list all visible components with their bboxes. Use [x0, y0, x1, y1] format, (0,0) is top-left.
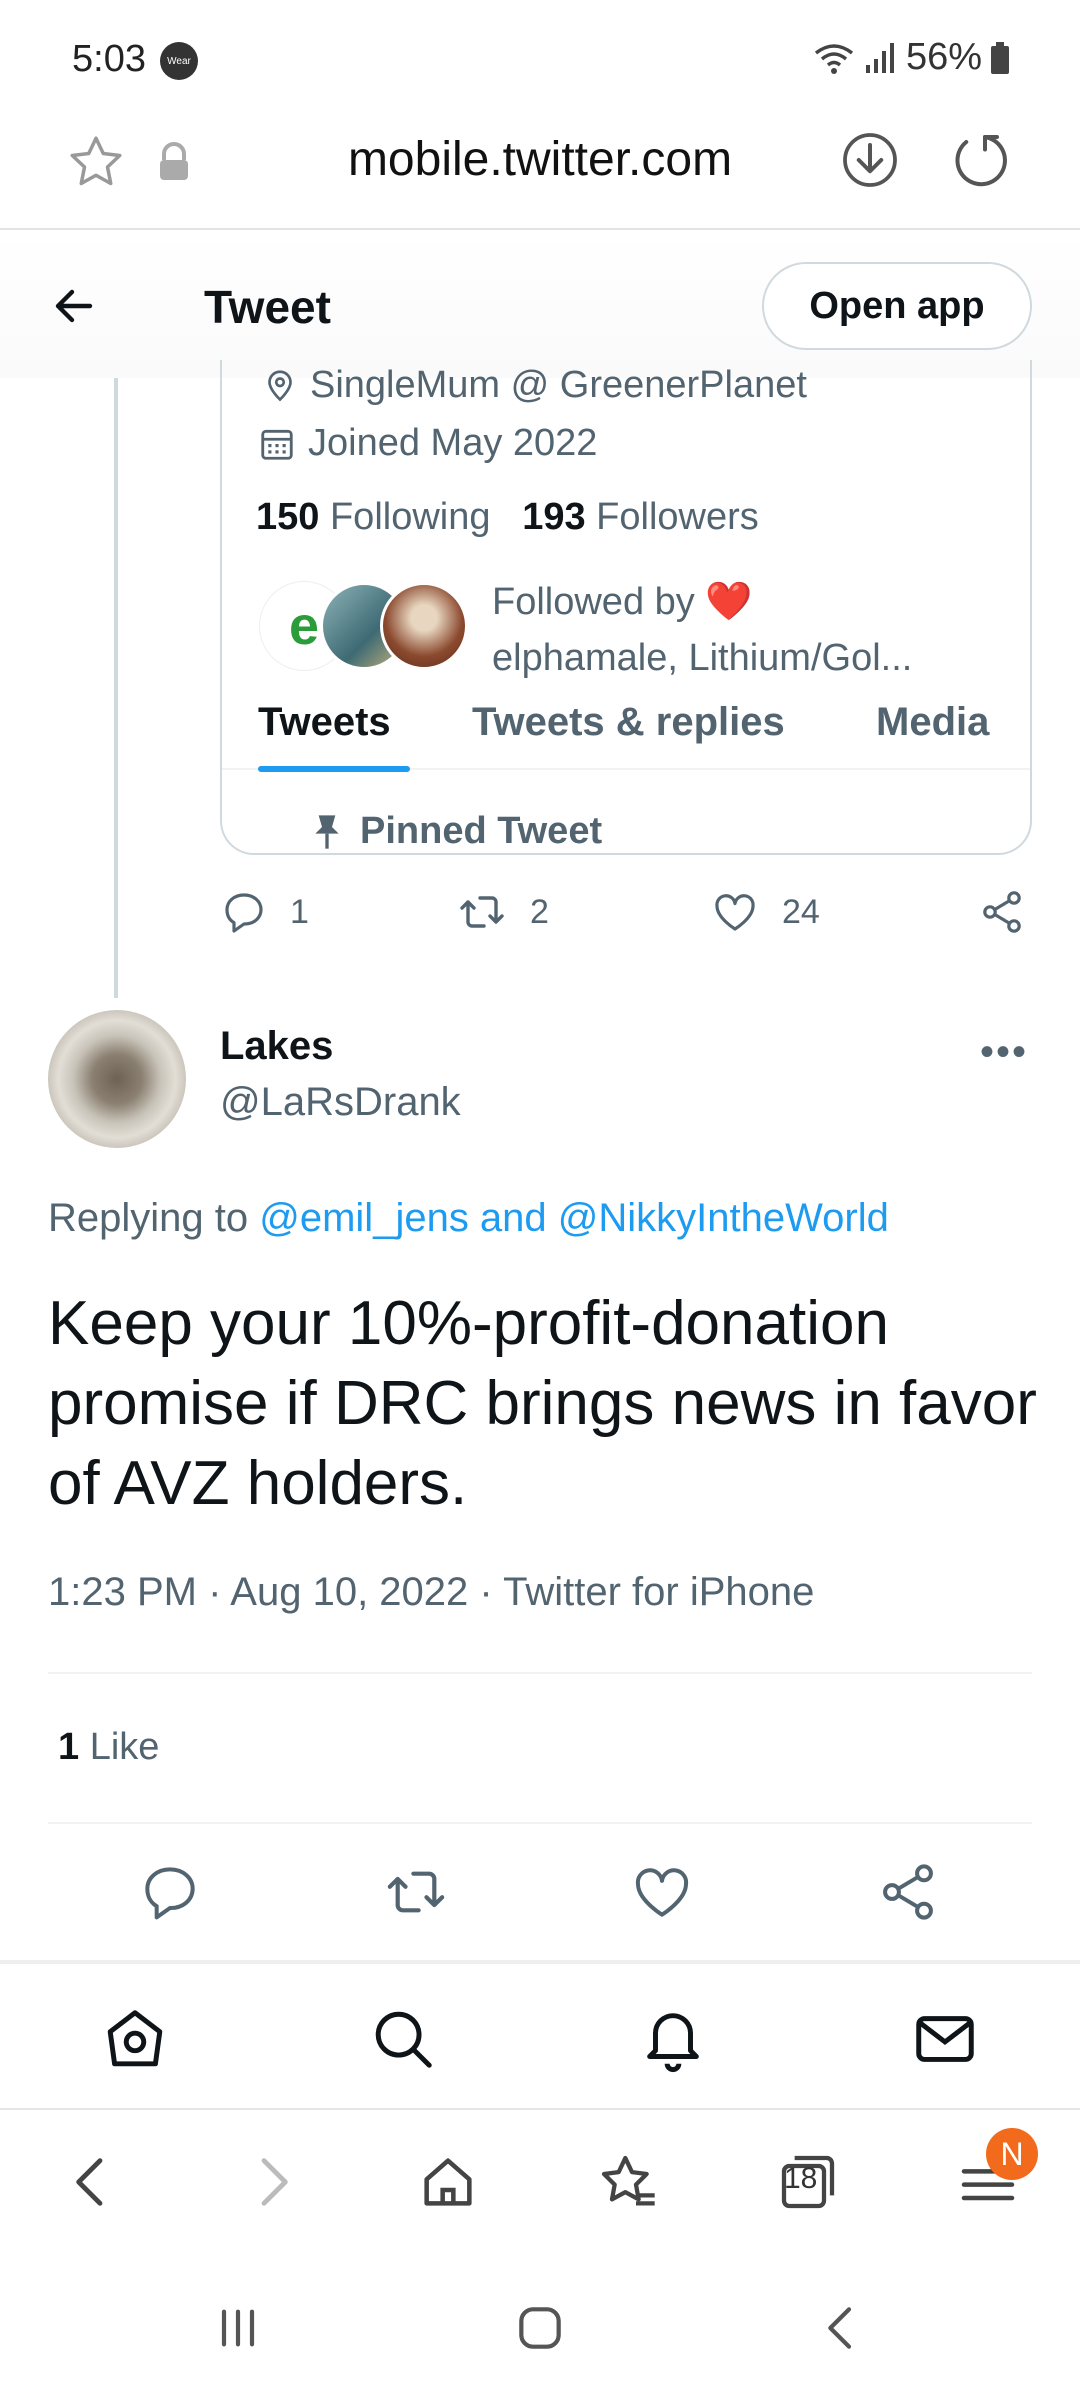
likes-label: Like: [89, 1726, 160, 1768]
retweet-count: 2: [530, 892, 549, 931]
tab-tweets[interactable]: Tweets: [258, 700, 391, 745]
wifi-icon: [814, 43, 854, 74]
following-label[interactable]: Following: [330, 496, 491, 538]
tab-count: 18: [784, 2162, 818, 2195]
status-time: 5:03: [72, 38, 146, 80]
profile-joined: Joined May 2022: [258, 422, 597, 465]
followed-by-avatars: e: [260, 582, 480, 672]
share-button[interactable]: [978, 888, 1026, 936]
url-text[interactable]: mobile.twitter.com: [0, 132, 1080, 187]
bookmarks-icon[interactable]: [596, 2150, 660, 2214]
tweet-actions: [0, 1860, 1080, 1930]
share-icon[interactable]: [876, 1860, 940, 1924]
followers-label[interactable]: Followers: [596, 496, 759, 538]
page-title: Tweet: [204, 281, 331, 333]
back-icon[interactable]: [60, 2150, 124, 2214]
followed-by-label: Followed by: [492, 581, 695, 623]
reload-icon[interactable]: [950, 130, 1010, 190]
avatar: [380, 582, 468, 670]
open-app-button[interactable]: Open app: [762, 262, 1032, 350]
recents-icon[interactable]: [210, 2300, 266, 2356]
heart-icon[interactable]: [630, 1860, 694, 1924]
following-count: 150: [256, 496, 320, 538]
status-bar: 5:03 Wear 56%: [0, 0, 1080, 120]
wear-badge: Wear: [160, 42, 198, 80]
reply-icon[interactable]: [138, 1860, 202, 1924]
twitter-header: Tweet Open app: [0, 232, 1080, 378]
search-icon[interactable]: [368, 2004, 438, 2074]
forward-icon[interactable]: [240, 2150, 304, 2214]
replying-to: Replying to @emil_jens and @NikkyIntheWo…: [48, 1196, 889, 1241]
browser-url-bar: mobile.twitter.com: [0, 120, 1080, 230]
tab-tweets-replies[interactable]: Tweets & replies: [472, 700, 785, 745]
browser-toolbar: 18: [0, 2120, 1080, 2250]
home-icon[interactable]: [512, 2300, 568, 2356]
profile-follow-counts: 150 Following 193 Followers: [256, 496, 759, 539]
retweet-icon[interactable]: [382, 1860, 450, 1924]
profile-location-text: SingleMum @ GreenerPlanet: [310, 364, 807, 406]
pinned-tweet-text: Pinned Tweet: [360, 810, 603, 852]
like-button[interactable]: 24: [710, 888, 820, 936]
share-icon: [983, 891, 1021, 933]
retweet-icon: [460, 896, 504, 928]
reply-count: 1: [290, 892, 309, 931]
battery-icon: [991, 41, 1009, 74]
like-count: 24: [782, 892, 820, 931]
mail-icon[interactable]: [910, 2004, 980, 2074]
home-icon[interactable]: [100, 2004, 170, 2074]
back-arrow-icon[interactable]: [50, 282, 98, 330]
pin-icon: [315, 814, 339, 849]
heart-emoji-icon: ❤️: [705, 581, 753, 623]
tab-media[interactable]: Media: [876, 700, 989, 745]
likes-count: 1: [58, 1726, 80, 1768]
home-icon[interactable]: [416, 2150, 480, 2214]
download-icon[interactable]: [840, 130, 900, 190]
followed-by-names: elphamale, Lithium/Gol...: [492, 637, 913, 679]
quoted-tweet-actions: 1 2 24: [220, 888, 1040, 948]
battery-percent: 56%: [905, 36, 982, 78]
profile-joined-text: Joined May 2022: [308, 422, 598, 464]
signal-icon: [865, 42, 894, 73]
system-nav-bar: [0, 2270, 1080, 2400]
heart-icon: [715, 894, 755, 931]
followers-count: 193: [522, 496, 586, 538]
followed-by[interactable]: Followed by ❤️ elphamale, Lithium/Gol...: [492, 574, 912, 686]
more-options-icon[interactable]: •••: [980, 1030, 1028, 1075]
replying-to-label: Replying to: [48, 1196, 249, 1240]
likes-summary[interactable]: 1 Like: [58, 1726, 159, 1769]
reply-icon: [225, 893, 263, 933]
profile-tabs: Tweets Tweets & replies Media: [222, 690, 1030, 772]
avatar-letter: e: [288, 596, 320, 656]
status-icons: 56%: [812, 36, 1010, 79]
twitter-bottom-nav: [0, 1960, 1080, 2110]
active-tab-indicator: [258, 766, 410, 772]
pinned-tweet-label: Pinned Tweet: [310, 810, 602, 853]
reply-button[interactable]: 1: [220, 888, 309, 936]
back-icon[interactable]: [814, 2300, 870, 2356]
tweet-text: Keep your 10%-profit-donation promise if…: [48, 1289, 1037, 1518]
profile-location: SingleMum @ GreenerPlanet: [262, 364, 807, 407]
calendar-icon: [261, 429, 293, 460]
retweet-button[interactable]: 2: [456, 888, 549, 936]
thread-line: [114, 378, 118, 998]
avatar[interactable]: [48, 1010, 186, 1148]
author-handle[interactable]: @LaRsDrank: [220, 1080, 461, 1125]
notification-badge: N: [986, 2128, 1038, 2180]
location-icon: [268, 369, 292, 401]
author-name[interactable]: Lakes: [220, 1024, 333, 1069]
tweet-meta: 1:23 PM · Aug 10, 2022 · Twitter for iPh…: [48, 1570, 815, 1614]
bell-icon[interactable]: [638, 2004, 708, 2074]
replying-to-mentions[interactable]: @emil_jens and @NikkyIntheWorld: [259, 1196, 889, 1240]
profile-card[interactable]: SingleMum @ GreenerPlanet Joined May 202…: [220, 360, 1032, 855]
divider: [48, 1822, 1032, 1824]
divider: [48, 1672, 1032, 1674]
